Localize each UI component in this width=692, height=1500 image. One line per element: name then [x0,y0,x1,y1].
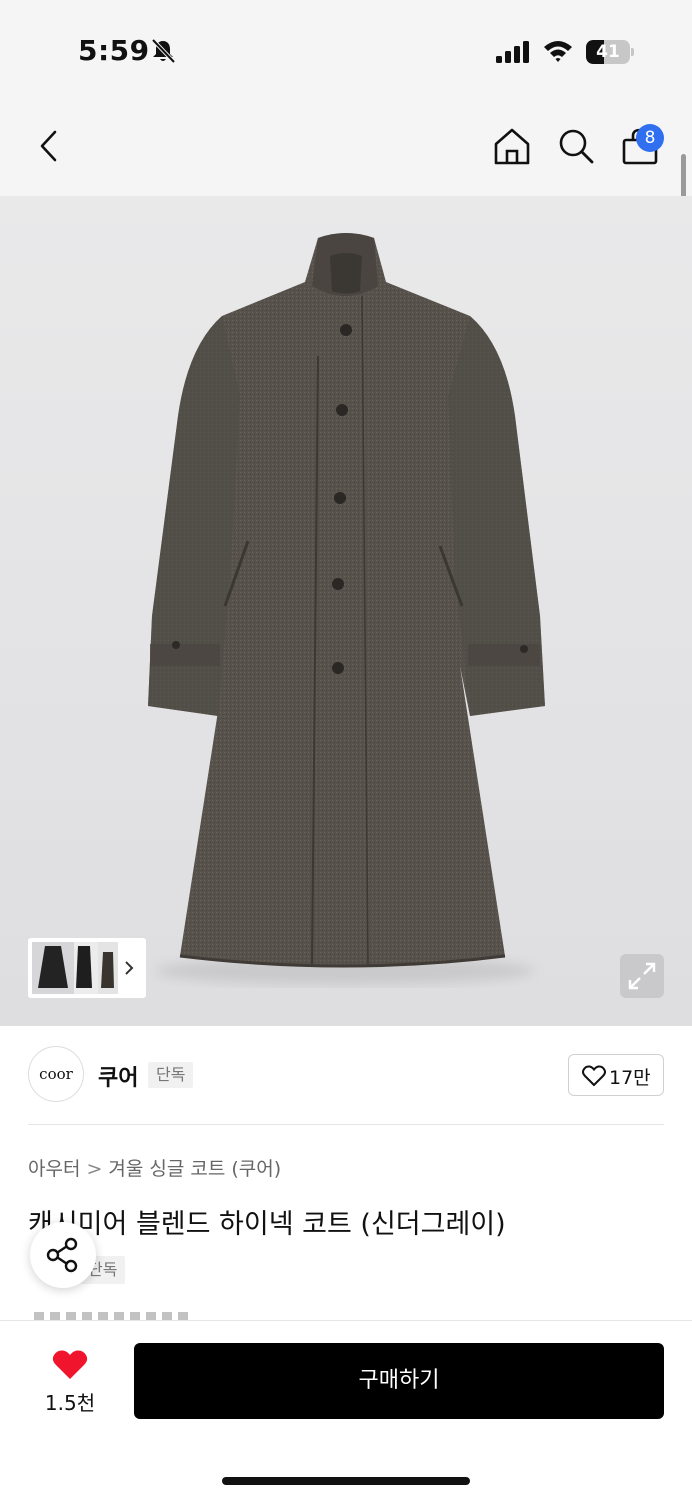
share-button[interactable] [30,1222,96,1288]
wifi-icon [544,41,572,62]
wishlist-count: 1.5천 [44,1391,96,1415]
breadcrumb-category[interactable]: 아우터 [28,1158,80,1180]
share-icon [46,1237,78,1273]
breadcrumb-separator: > [86,1158,103,1180]
thumbnail-images [32,942,134,994]
thumbnail-strip[interactable] [28,938,146,998]
bottom-action-bar: 1.5천 구매하기 [0,1320,692,1500]
breadcrumb-subcategory[interactable]: 겨울 싱글 코트 (쿠어) [108,1158,281,1180]
heart-outline-icon [582,1065,606,1087]
expand-image-button[interactable] [620,954,664,998]
cart-count-badge: 8 [636,124,664,152]
search-icon[interactable] [556,126,596,166]
home-indicator [222,1477,470,1485]
status-time: 5:59 [78,34,150,67]
nav-bar: 8 [0,96,692,196]
product-title: 캐시미어 블렌드 하이넥 코트 (신더그레이) [28,1209,506,1240]
product-info: coor 쿠어 단독 17만 아우터 > 겨울 싱글 코트 (쿠어) 캐시미어 블렌… [0,1026,692,1320]
brand-logo[interactable]: coor [28,1046,84,1102]
cellular-signal-icon [496,41,529,63]
breadcrumb: 아우터 > 겨울 싱글 코트 (쿠어) [28,1154,281,1181]
divider [28,1124,664,1125]
heart-filled-icon[interactable] [52,1349,88,1381]
brand-like-count: 17만 [609,1067,651,1089]
bell-slash-icon [151,38,176,64]
brand-exclusive-tag: 단독 [148,1062,194,1088]
product-image[interactable] [0,196,692,1026]
buy-button[interactable]: 구매하기 [134,1343,664,1419]
brand-name[interactable]: 쿠어 [98,1060,138,1092]
rating-row-peek [34,1312,194,1320]
brand-like-button[interactable]: 17만 [568,1054,664,1096]
status-bar: 5:59 41 [0,0,692,96]
expand-icon [628,962,656,990]
battery-percent: 41 [596,42,620,62]
home-icon[interactable] [492,126,532,166]
battery-indicator: 41 [586,40,634,64]
back-arrow-icon[interactable] [30,126,70,166]
coat-photo [148,233,545,985]
